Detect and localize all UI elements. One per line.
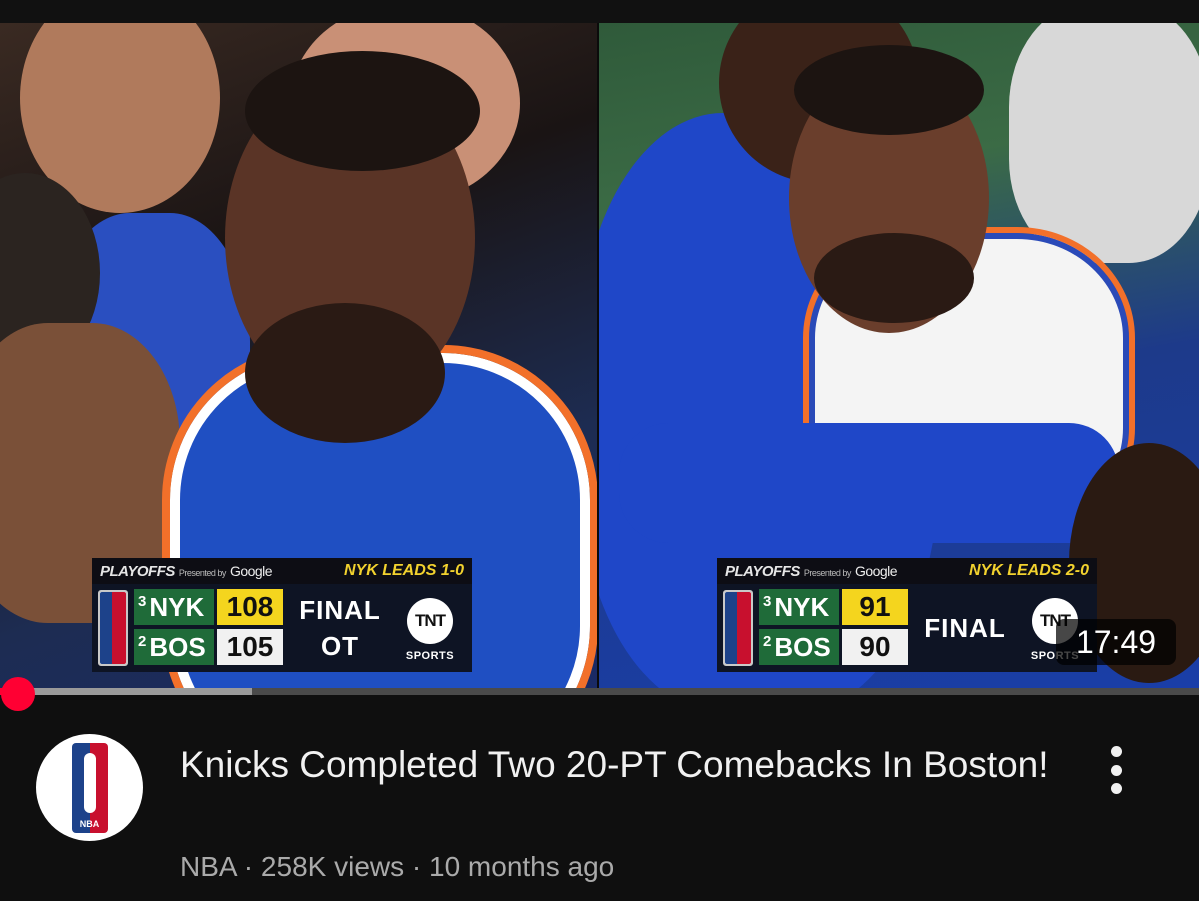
tnt-sports-logo: TNT SPORTS	[400, 598, 460, 668]
upload-age: 10 months ago	[429, 851, 615, 882]
scorebug-body: 3 NYK 91 2 BOS 90 FINAL TNT SPORTS	[717, 584, 1097, 672]
team-abbr: 2 BOS	[134, 629, 214, 665]
video-meta: NBA · 258K views · 10 months ago	[180, 851, 614, 883]
scorebug-body: 3 NYK 108 2 BOS 105 FINAL OT TNT SPORTS	[92, 584, 472, 672]
series-status: NYK LEADS 2-0	[968, 562, 1089, 579]
series-status: NYK LEADS 1-0	[343, 562, 464, 579]
team-abbr: 3 NYK	[759, 589, 839, 625]
duration-badge: 17:49	[1056, 619, 1176, 665]
player-beard	[245, 303, 445, 443]
team-row: 3 NYK 91	[759, 588, 908, 626]
teammate-arm	[619, 423, 1119, 543]
scorebug: PLAYOFFS Presented by Google NYK LEADS 1-0…	[92, 558, 472, 674]
nba-logo-icon: NBA	[71, 742, 108, 833]
team-row: 2 BOS 105	[134, 628, 283, 666]
progress-scrubber[interactable]	[0, 677, 35, 711]
team-score: 105	[217, 629, 283, 665]
avatar-logo-text: NBA	[79, 818, 100, 829]
team-score: 90	[842, 629, 908, 665]
scorebug-header: PLAYOFFS Presented by Google NYK LEADS 1-0	[92, 558, 472, 584]
team-score: 108	[217, 589, 283, 625]
team-row: 3 NYK 108	[134, 588, 283, 626]
more-options-icon[interactable]	[1096, 742, 1136, 798]
channel-name[interactable]: NBA	[180, 851, 236, 882]
video-title[interactable]: Knicks Completed Two 20-PT Comebacks In …	[180, 738, 1060, 791]
nba-logo-icon	[98, 590, 128, 666]
player-hair	[245, 51, 480, 171]
meta-separator: ·	[404, 851, 429, 882]
progress-bar[interactable]	[0, 688, 1199, 695]
player-hair	[794, 45, 984, 135]
progress-buffer	[0, 688, 252, 695]
game-status: FINAL OT	[299, 595, 381, 661]
view-count: 258K views	[260, 851, 405, 882]
team-row: 2 BOS 90	[759, 628, 908, 666]
scorebug-header: PLAYOFFS Presented by Google NYK LEADS 2-0	[717, 558, 1097, 584]
background-person	[1009, 23, 1199, 263]
team-abbr: 3 NYK	[134, 589, 214, 625]
playoffs-brand: PLAYOFFS Presented by Google	[725, 562, 898, 580]
video-frame-right: PLAYOFFS Presented by Google NYK LEADS 2-0…	[599, 23, 1199, 688]
video-frame-left: PLAYOFFS Presented by Google NYK LEADS 1-0…	[0, 23, 597, 688]
game-status: FINAL	[924, 613, 1006, 643]
video-thumbnail[interactable]: PLAYOFFS Presented by Google NYK LEADS 1-0…	[0, 23, 1199, 688]
meta-separator: ·	[236, 851, 261, 882]
nba-logo-icon	[723, 590, 753, 666]
team-abbr: 2 BOS	[759, 629, 839, 665]
playoffs-brand: PLAYOFFS Presented by Google	[100, 562, 273, 580]
channel-avatar[interactable]: NBA	[36, 734, 143, 841]
scorebug: PLAYOFFS Presented by Google NYK LEADS 2-0…	[717, 558, 1097, 674]
player-beard	[814, 233, 974, 323]
team-score: 91	[842, 589, 908, 625]
top-bar	[0, 0, 1199, 23]
